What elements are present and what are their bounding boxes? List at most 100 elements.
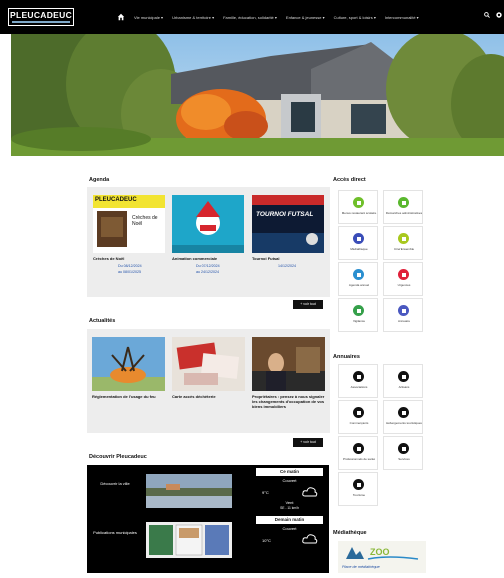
logo-text: PLEUCADEUC <box>9 10 73 20</box>
discover-city-image[interactable] <box>146 474 232 508</box>
direct-access-tile[interactable]: Annuaire <box>383 298 423 332</box>
tile-icon-circle <box>353 197 364 208</box>
direct-access-tile[interactable]: Vigilance <box>338 298 378 332</box>
nav-item-intercommunalite[interactable]: Intercommunalité ▾ <box>385 15 419 20</box>
direct-access-tile[interactable]: Urgences <box>383 262 423 296</box>
tile-glyph-icon <box>356 482 361 487</box>
news-card-dechetterie[interactable] <box>172 337 245 391</box>
direct-access-tile[interactable]: Démarches administratives <box>383 190 423 224</box>
agenda-card-title[interactable]: Crèches de Noël <box>93 256 124 261</box>
tile-glyph-icon <box>356 308 361 313</box>
news-card-proprietaires[interactable] <box>252 337 325 391</box>
agenda-card-title[interactable]: Tournoi Futsal <box>252 256 279 261</box>
site-logo[interactable]: PLEUCADEUC <box>8 8 74 26</box>
directory-tile[interactable]: Services <box>383 436 423 470</box>
directory-tile[interactable]: Commerçants <box>338 400 378 434</box>
news-card-title[interactable]: Propriétaires : pensez à nous signaler l… <box>252 394 328 409</box>
direct-access-tile[interactable]: Menus restaurant scolaire <box>338 190 378 224</box>
agenda-card-title[interactable]: Animation commerciale <box>172 256 217 261</box>
nav-item-vie-municipale[interactable]: Vie municipale ▾ <box>134 15 163 20</box>
tile-glyph-icon <box>401 374 406 379</box>
tile-icon-circle <box>353 269 364 280</box>
news-card-title[interactable]: Réglementation de l'usage du feu <box>92 394 165 399</box>
logo-underline <box>12 21 70 23</box>
hero-image <box>11 34 504 156</box>
tile-label: Professionnels de santé <box>342 457 376 461</box>
tile-glyph-icon <box>356 272 361 277</box>
tile-label: Agenda annuel <box>348 283 370 287</box>
directory-tile[interactable]: Associations <box>338 364 378 398</box>
tile-glyph-icon <box>401 410 406 415</box>
agenda-poster-futsal <box>252 195 324 253</box>
news-image-dechetterie <box>172 337 245 391</box>
agenda-card-futsal[interactable]: TOURNOI FUTSAL <box>252 195 324 253</box>
news-see-all-button[interactable]: + voir tout <box>293 438 323 447</box>
discover-publications-image[interactable] <box>146 522 232 558</box>
agenda-poster-animation <box>172 195 244 253</box>
main-nav: Vie municipale ▾ Urbanisme & territoire … <box>117 10 419 24</box>
discover-item-label[interactable]: Publications municipales <box>90 530 140 535</box>
tile-glyph-icon <box>401 308 406 313</box>
tile-label: Services <box>398 457 410 461</box>
search-icon[interactable] <box>484 12 490 18</box>
tile-glyph-icon <box>356 374 361 379</box>
tile-glyph-icon <box>401 200 406 205</box>
weather-tomorrow-label: Demain matin <box>256 516 323 524</box>
direct-access-tile[interactable]: Médiathèque <box>338 226 378 260</box>
weather-today-label: Ce matin <box>256 468 323 476</box>
weather-today-temp: 9°C <box>262 490 269 495</box>
tile-label: Artisans <box>398 385 410 389</box>
nav-item-famille[interactable]: Famille, éducation, solidarité ▾ <box>223 15 277 20</box>
discover-title: Découvrir Pleucadeuc <box>89 454 147 460</box>
agenda-card-creches[interactable]: PLEUCADEUC Crèches de Noël <box>93 195 165 253</box>
tile-label: Tourisme <box>352 493 366 497</box>
directory-tile[interactable]: Tourisme <box>338 472 378 506</box>
svg-text:ZOO: ZOO <box>370 547 390 557</box>
agenda-title: Agenda <box>89 177 110 183</box>
agenda-card-animation[interactable] <box>172 195 244 253</box>
directory-tile[interactable]: Artisans <box>383 364 423 398</box>
accessibility-icon[interactable] <box>496 12 502 18</box>
poster-brand: PLEUCADEUC <box>95 197 137 203</box>
tile-icon-circle <box>353 371 364 382</box>
header-tools <box>484 12 502 18</box>
nav-item-enfance[interactable]: Enfance & jeunesse ▾ <box>286 15 325 20</box>
agenda-see-all-button[interactable]: + voir tout <box>293 300 323 309</box>
directory-tile[interactable]: Professionnels de santé <box>338 436 378 470</box>
direct-access-tile[interactable]: Agenda annuel <box>338 262 378 296</box>
tile-label: Annuaire <box>397 319 410 323</box>
direct-access-tile[interactable]: Ciné'Ensemble <box>383 226 423 260</box>
tile-glyph-icon <box>401 272 406 277</box>
tile-glyph-icon <box>401 446 406 451</box>
tile-icon-circle <box>398 269 409 280</box>
cloud-icon <box>302 487 318 497</box>
poster-title: TOURNOI FUTSAL <box>256 211 314 218</box>
nav-item-urbanisme[interactable]: Urbanisme & territoire ▾ <box>172 15 214 20</box>
direct-access-title: Accès direct <box>333 177 366 183</box>
tile-label: Urgences <box>397 283 411 287</box>
tile-glyph-icon <box>401 236 406 241</box>
tile-icon-circle <box>398 305 409 316</box>
news-card-title[interactable]: Carte accès déchèterie <box>172 394 216 399</box>
tile-glyph-icon <box>356 236 361 241</box>
tile-icon-circle <box>398 371 409 382</box>
discover-item-label[interactable]: Découvrir la ville <box>90 481 140 486</box>
home-icon[interactable] <box>117 13 125 21</box>
media-library-banner-text: Place de médiathèque <box>342 565 380 569</box>
agenda-card-date-start: Du 08/12/2024 <box>118 264 142 268</box>
agenda-card-date-end: au 24/12/2024 <box>196 270 219 274</box>
weather-today-sky: Couvert <box>282 478 297 483</box>
media-library-banner[interactable]: ZOO Place de médiathèque <box>338 541 426 573</box>
weather-tomorrow-sky: Couvert <box>282 526 297 531</box>
tile-label: Médiathèque <box>350 247 368 251</box>
tile-icon-circle <box>398 197 409 208</box>
agenda-card-date-start: Du 07/12/2024 <box>196 264 220 268</box>
news-card-feu[interactable] <box>92 337 165 391</box>
tile-icon-circle <box>398 443 409 454</box>
directory-tile[interactable]: Hébergements touristiques <box>383 400 423 434</box>
tile-label: Vigilance <box>352 319 366 323</box>
tile-icon-circle <box>398 407 409 418</box>
nav-item-culture[interactable]: Culture, sport & loisirs ▾ <box>334 15 376 20</box>
directories-title: Annuaires <box>333 354 360 360</box>
weather-wind-value: SE - 11 km/h <box>280 506 299 510</box>
